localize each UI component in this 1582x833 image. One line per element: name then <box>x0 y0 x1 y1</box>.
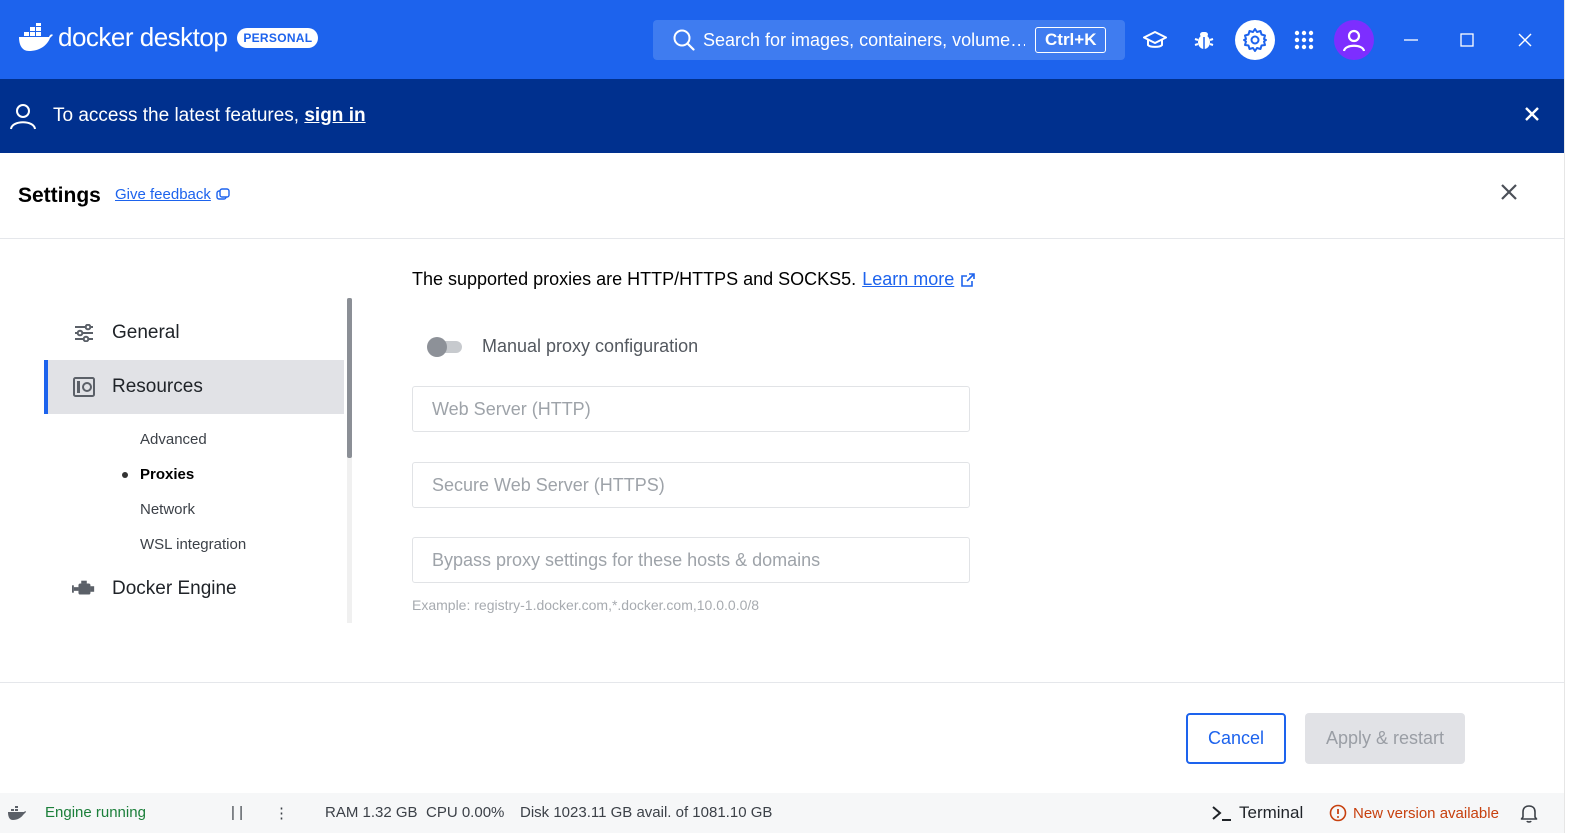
window-edge <box>1564 0 1582 833</box>
new-version-notice[interactable]: New version available <box>1329 804 1499 822</box>
footer-divider <box>0 682 1564 683</box>
cpu-usage: CPU 0.00% <box>426 804 505 821</box>
search-icon <box>673 29 695 51</box>
sidebar-item-label: Resources <box>112 376 203 397</box>
subnav-label: Proxies <box>140 466 195 483</box>
status-bar: Engine running | | ⋮ RAM 1.32 GB CPU 0.0… <box>0 793 1564 833</box>
global-search[interactable]: Search for images, containers, volume… C… <box>653 20 1125 60</box>
give-feedback-label: Give feedback <box>115 186 211 203</box>
https-proxy-input[interactable]: Secure Web Server (HTTPS) <box>412 462 970 508</box>
window-close-icon[interactable] <box>1509 24 1541 56</box>
search-placeholder: Search for images, containers, volume… <box>703 29 1025 50</box>
engine-status-text: Engine running <box>45 804 146 821</box>
account-avatar-icon[interactable] <box>1334 20 1374 60</box>
ram-usage: RAM 1.32 GB <box>325 804 418 821</box>
sign-in-banner: To access the latest features, sign in <box>0 79 1564 153</box>
manual-proxy-label: Manual proxy configuration <box>482 336 699 356</box>
page-title: Settings <box>18 184 101 207</box>
subnav-label: WSL integration <box>140 536 247 553</box>
give-feedback-link[interactable]: Give feedback <box>115 186 230 203</box>
proxies-intro: The supported proxies are HTTP/HTTPS and… <box>412 269 976 290</box>
settings-close-icon[interactable] <box>1497 180 1521 204</box>
more-options-icon[interactable]: ⋮ <box>274 804 289 822</box>
manual-proxy-toggle[interactable] <box>426 336 464 357</box>
docker-desktop-window: docker desktop PERSONAL Search for image… <box>0 0 1582 833</box>
sign-in-link[interactable]: sign in <box>304 105 365 126</box>
banner-close-icon[interactable] <box>1522 104 1542 124</box>
toggle-knob <box>427 336 447 357</box>
learn-more-link[interactable]: Learn more <box>862 269 954 290</box>
subnav-item-proxies[interactable]: Proxies <box>44 457 344 492</box>
terminal-button[interactable]: Terminal <box>1211 803 1303 823</box>
terminal-icon <box>1212 806 1231 821</box>
search-shortcut-badge: Ctrl+K <box>1035 27 1107 53</box>
active-dot-icon <box>122 472 128 478</box>
sidebar-item-general[interactable]: General <box>44 306 344 360</box>
subnav-item-wsl-integration[interactable]: WSL integration <box>44 527 344 562</box>
subnav-label: Network <box>140 501 196 518</box>
subnav-item-network[interactable]: Network <box>44 492 344 527</box>
info-icon <box>1329 804 1347 822</box>
docker-whale-icon <box>8 805 26 820</box>
resources-icon <box>72 375 96 399</box>
extensions-grid-icon[interactable] <box>1284 20 1324 60</box>
sliders-icon <box>72 321 96 345</box>
minimize-icon[interactable] <box>1395 24 1427 56</box>
settings-sidebar: General Resources Advanced Proxies Netwo… <box>44 306 344 616</box>
engine-status[interactable]: Engine running <box>8 804 146 821</box>
feedback-icon <box>216 187 230 200</box>
app-name: docker desktop <box>58 22 228 52</box>
settings-header: Settings Give feedback <box>0 153 1564 239</box>
maximize-icon[interactable] <box>1451 24 1483 56</box>
external-link-icon <box>961 272 976 287</box>
learning-center-icon[interactable] <box>1135 20 1175 60</box>
sidebar-item-resources[interactable]: Resources <box>44 360 344 414</box>
subnav-item-advanced[interactable]: Advanced <box>44 422 344 457</box>
terminal-label: Terminal <box>1239 803 1304 822</box>
subnav-label: Advanced <box>140 431 207 448</box>
http-proxy-input[interactable]: Web Server (HTTP) <box>412 386 970 432</box>
manual-proxy-row: Manual proxy configuration <box>426 336 698 357</box>
settings-gear-icon[interactable] <box>1235 20 1275 60</box>
proxies-intro-text: The supported proxies are HTTP/HTTPS and… <box>412 269 857 289</box>
banner-text: To access the latest features, <box>53 105 305 126</box>
troubleshoot-bug-icon[interactable] <box>1184 20 1224 60</box>
new-version-text: New version available <box>1353 804 1499 822</box>
sidebar-item-label: Docker Engine <box>112 578 237 599</box>
engine-icon <box>72 577 96 601</box>
bypass-proxy-input[interactable]: Bypass proxy settings for these hosts & … <box>412 537 970 583</box>
docker-logo: docker desktop PERSONAL <box>18 22 319 53</box>
user-icon <box>10 104 36 130</box>
banner-message: To access the latest features, sign in <box>53 105 366 127</box>
sidebar-item-docker-engine[interactable]: Docker Engine <box>44 562 344 616</box>
pause-button[interactable]: | | <box>231 804 243 821</box>
title-bar: docker desktop PERSONAL Search for image… <box>0 0 1564 79</box>
sidebar-scrollbar-thumb[interactable] <box>347 298 352 458</box>
bypass-hint: Example: registry-1.docker.com,*.docker.… <box>412 597 760 613</box>
apply-restart-button[interactable]: Apply & restart <box>1305 713 1465 764</box>
docker-whale-icon <box>19 22 53 51</box>
plan-badge: PERSONAL <box>237 27 319 48</box>
cancel-button[interactable]: Cancel <box>1186 713 1286 764</box>
notifications-bell-icon[interactable] <box>1520 803 1538 823</box>
disk-usage: Disk 1023.11 GB avail. of 1081.10 GB <box>520 804 773 821</box>
sidebar-item-label: General <box>112 322 180 343</box>
